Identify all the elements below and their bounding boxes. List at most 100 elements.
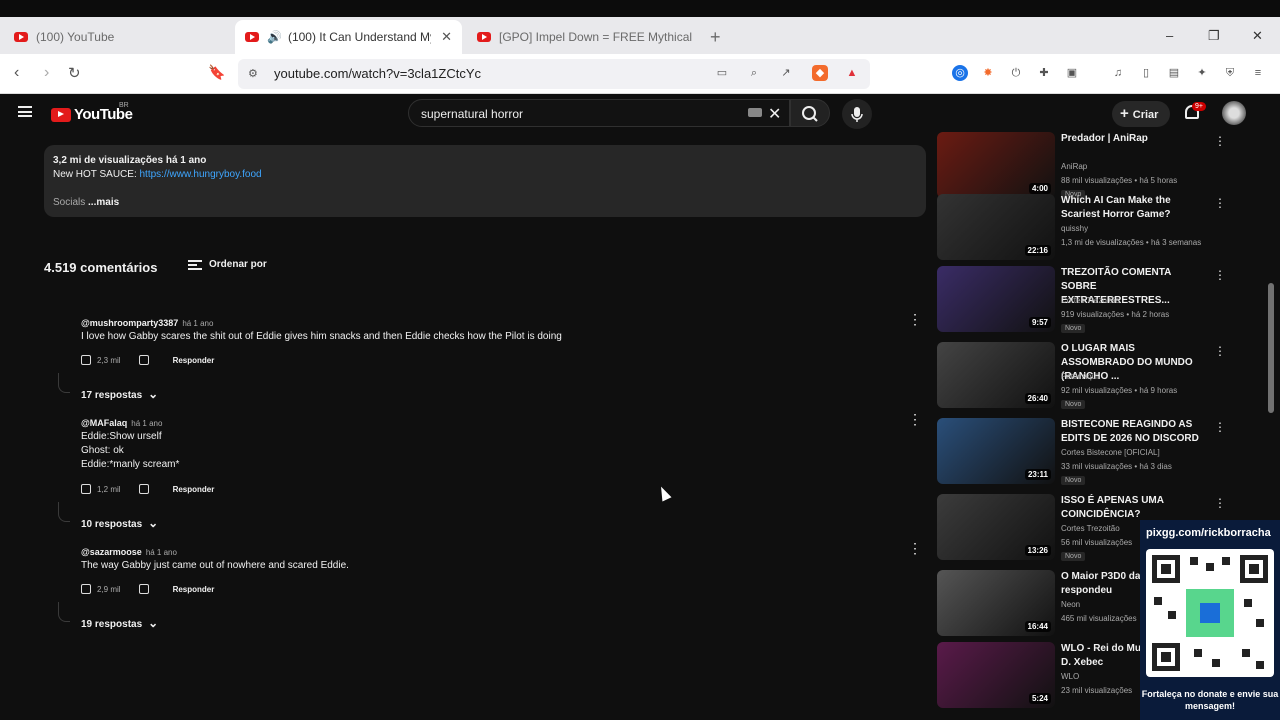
dislike-icon[interactable] [138,355,149,365]
sidebar-icon[interactable]: ▯ [1138,65,1154,81]
sort-icon[interactable] [188,260,202,270]
url-text[interactable]: youtube.com/watch?v=3cla1ZCtcYc [274,66,481,81]
recommendation-menu-icon[interactable]: ⋮ [1214,134,1226,148]
comment-time[interactable]: há 1 ano [131,419,162,428]
reply-button[interactable]: Responder [173,485,215,494]
brave-rewards-icon[interactable]: ▲ [844,65,860,81]
leo-icon[interactable]: ✦ [1194,65,1210,81]
recommendation-card[interactable]: 22:16 Which AI Can Make the Scariest Horr… [937,194,1226,264]
recommendation-channel[interactable]: Peter Aqui [1061,372,1098,381]
hot-sauce-link[interactable]: https://www.hungryboy.food [140,169,262,180]
recommendation-card[interactable]: 23:11 BISTECONE REAGINDO AS EDITS DE 2026… [937,418,1226,488]
recommendation-title[interactable]: ISSO É APENAS UMA COINCIDÊNCIA? [1061,494,1201,522]
recommendation-thumbnail[interactable]: 26:40 [937,342,1055,408]
like-icon[interactable] [81,484,91,494]
extensions-icon[interactable]: ✚ [1036,65,1052,81]
recommendation-channel[interactable]: Neon [1061,600,1080,609]
like-icon[interactable] [81,584,91,594]
reply-button[interactable]: Responder [173,585,215,594]
recommendation-card[interactable]: 9:57 TREZOITÃO COMENTA SOBRE EXTRATERREST… [937,266,1226,336]
menu-icon[interactable]: ≡ [1250,65,1266,81]
recommendation-card[interactable]: 4:00 Predador | AniRap AniRap 88 mil visual… [937,132,1226,202]
new-tab-button[interactable]: + [700,20,726,54]
comment-menu-icon[interactable]: ⋮ [908,412,922,426]
create-button[interactable]: + Criar [1112,101,1170,127]
close-window-button[interactable]: ✕ [1252,28,1263,44]
dislike-icon[interactable] [138,484,149,494]
recommendation-thumbnail[interactable]: 9:57 [937,266,1055,332]
close-tab-icon[interactable]: ✕ [441,29,452,45]
comment-time[interactable]: há 1 ano [182,319,213,328]
comment-author[interactable]: @MAFalaq [81,418,127,428]
like-icon[interactable] [81,355,91,365]
recommendation-menu-icon[interactable]: ⋮ [1214,496,1226,510]
comment-menu-icon[interactable]: ⋮ [908,541,922,555]
comment-menu-icon[interactable]: ⋮ [908,312,922,326]
clear-search-icon[interactable]: ✕ [768,104,781,124]
extension-blue-icon[interactable]: ◎ [952,65,968,81]
music-icon[interactable]: ♫ [1110,65,1126,81]
comment-author[interactable]: @mushroomparty3387 [81,318,178,328]
recommendation-title[interactable]: BISTECONE REAGINDO AS EDITS DE 2026 NO D… [1061,418,1201,446]
recommendation-thumbnail[interactable]: 4:00 [937,132,1055,198]
recommendation-channel[interactable]: AniRap [1061,162,1087,171]
recommendation-menu-icon[interactable]: ⋮ [1214,420,1226,434]
recommendation-channel[interactable]: Cortes Trezoitão [1061,524,1120,533]
replies-toggle[interactable]: 10 respostas [81,516,158,530]
forward-icon[interactable]: › [44,64,49,82]
recommendation-thumbnail[interactable]: 22:16 [937,194,1055,260]
sort-button[interactable]: Ordenar por [209,259,267,270]
replies-toggle[interactable]: 19 respostas [81,616,158,630]
zoom-icon[interactable]: ⌕ [746,65,762,81]
search-button[interactable] [790,99,830,127]
reader-icon[interactable]: ▣ [1064,65,1080,81]
recommendation-menu-icon[interactable]: ⋮ [1214,196,1226,210]
voice-search-button[interactable] [842,99,872,129]
keyboard-icon[interactable] [748,108,762,117]
replies-toggle[interactable]: 17 respostas [81,387,158,401]
cast-icon[interactable]: ▭ [714,65,730,81]
reply-button[interactable]: Responder [173,356,215,365]
site-settings-icon[interactable]: ⚙ [248,67,258,80]
scrollbar-thumb[interactable] [1268,283,1274,413]
wallet-icon[interactable]: ▤ [1166,65,1182,81]
tab-gpo-video[interactable]: [GPO] Impel Down = FREE Mythical G [467,20,692,54]
recommendation-channel[interactable]: Cortes Bistecone [OFICIAL] [1061,448,1160,457]
tab-youtube-home[interactable]: (100) YouTube [4,20,229,54]
audio-icon[interactable]: 🔊 [267,30,282,44]
recommendation-title[interactable]: Which AI Can Make the Scariest Horror Ga… [1061,194,1201,222]
recommendation-thumbnail[interactable]: 5:24 [937,642,1055,708]
extension-orange-icon[interactable]: ✸ [980,65,996,81]
restore-button[interactable]: ❐ [1208,28,1220,44]
recommendation-menu-icon[interactable]: ⋮ [1214,344,1226,358]
recommendation-channel[interactable]: WLO [1061,672,1079,681]
power-icon[interactable]: ⏻ [1008,65,1024,81]
comment-time[interactable]: há 1 ano [146,548,177,557]
recommendation-thumbnail[interactable]: 16:44 [937,570,1055,636]
more-button[interactable]: ...mais [88,197,119,208]
recommendation-title[interactable]: Predador | AniRap [1061,132,1201,146]
dislike-icon[interactable] [138,584,149,594]
reload-icon[interactable]: ↻ [68,64,81,82]
recommendation-menu-icon[interactable]: ⋮ [1214,268,1226,282]
description-socials: Socials ...mais [53,197,119,208]
recommendation-channel[interactable]: Cortes Trezoitão [1061,296,1120,305]
recommendation-thumbnail[interactable]: 23:11 [937,418,1055,484]
vpn-icon[interactable]: ⛨ [1222,65,1238,81]
recommendation-card[interactable]: 26:40 O LUGAR MAIS ASSOMBRADO DO MUNDO (R… [937,342,1226,412]
recommendation-views: 465 mil visualizações [1061,614,1137,623]
back-icon[interactable]: ‹ [14,64,19,82]
tab-current-video[interactable]: 🔊 (100) It Can Understand My V ✕ [235,20,462,54]
comment: @sazarmoose há 1 ano The way Gabby just c… [81,547,911,573]
hamburger-menu-icon[interactable] [18,106,32,117]
recommendation-thumbnail[interactable]: 13:26 [937,494,1055,560]
bookmark-icon[interactable]: 🔖 [208,64,225,81]
minimize-button[interactable]: – [1166,28,1173,43]
qr-code-image [1152,555,1268,671]
comment-author[interactable]: @sazarmoose [81,547,142,557]
recommendation-channel[interactable]: quisshy [1061,224,1088,233]
share-icon[interactable]: ↗ [778,65,794,81]
brave-shield-icon[interactable]: ◆ [812,65,828,81]
avatar[interactable] [1222,101,1246,125]
search-input[interactable]: supernatural horror [408,99,790,127]
